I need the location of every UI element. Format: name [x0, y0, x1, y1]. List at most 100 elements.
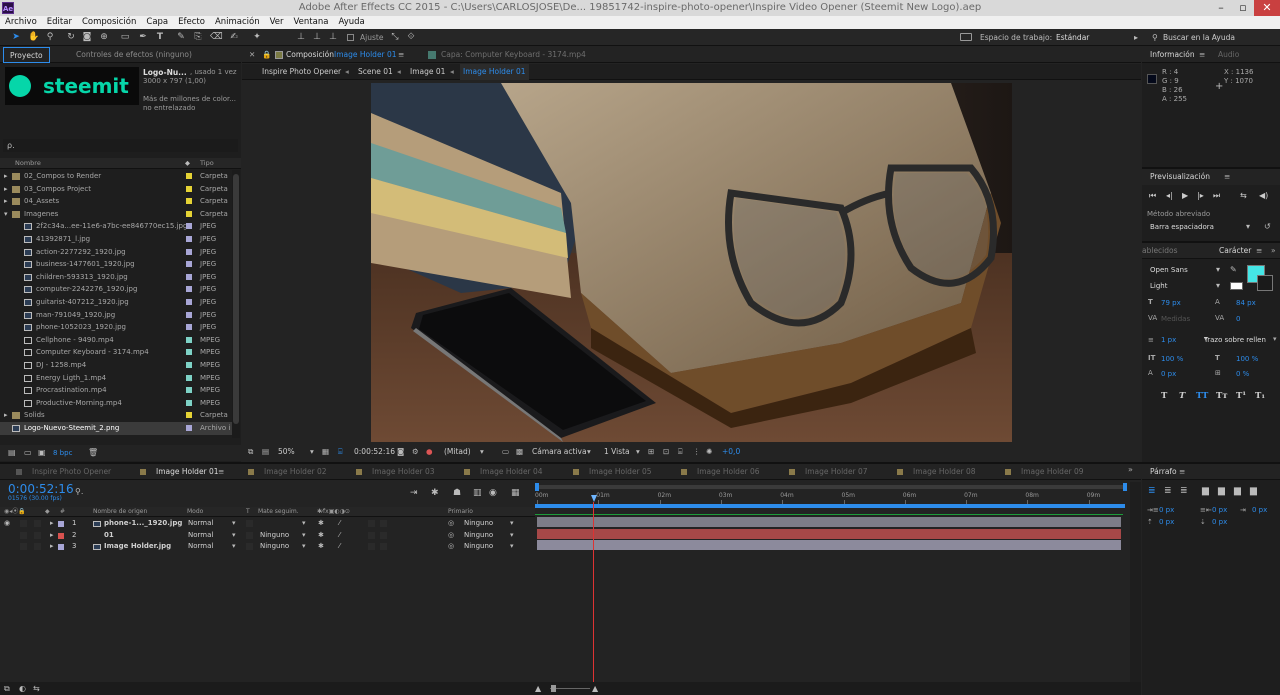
layer-expand-icon[interactable]: ▸	[50, 541, 54, 553]
brush-tool-icon[interactable]: ✎	[176, 32, 186, 42]
label-color-swatch[interactable]	[186, 210, 192, 217]
help-search-input[interactable]: Buscar en la Ayuda	[1163, 29, 1235, 46]
puppet-tool-icon[interactable]: ✦	[252, 32, 262, 42]
project-item[interactable]: business-1477601_1920.jpg JPEG	[0, 258, 232, 271]
motion-blur-switch[interactable]	[380, 543, 387, 550]
mode-chevron-icon[interactable]: ▾	[232, 518, 236, 530]
mode-chevron-icon[interactable]: ▾	[232, 541, 236, 553]
project-item[interactable]: action-2277292_1920.jpg JPEG	[0, 246, 232, 259]
views-chevron-icon[interactable]: ▾	[636, 444, 640, 460]
space-after-value[interactable]: 0 px	[1212, 518, 1227, 526]
project-scrollbar[interactable]	[232, 170, 240, 438]
menu-ver[interactable]: Ver	[265, 16, 289, 29]
label-color-swatch[interactable]	[186, 299, 192, 305]
expand-arrow-icon[interactable]: ▸	[4, 183, 8, 196]
tab-composition[interactable]: Composición	[286, 47, 334, 63]
collapse-switch-icon[interactable]: ✱	[318, 530, 324, 542]
indent-first-value[interactable]: 0 px	[1252, 506, 1267, 514]
layer-expand-icon[interactable]: ▸	[50, 518, 54, 530]
preserve-transparency-switch[interactable]	[246, 531, 253, 539]
layer-mode[interactable]: Normal	[188, 518, 213, 530]
fx-switch[interactable]	[368, 543, 375, 550]
lock-switch[interactable]	[34, 543, 41, 550]
font-chevron-icon[interactable]: ▾	[1216, 265, 1220, 274]
snap-checkbox[interactable]	[347, 34, 354, 41]
grid-icon[interactable]: ▦	[322, 444, 329, 460]
collapse-switch-icon[interactable]: ✱	[318, 541, 324, 553]
col-track-matte[interactable]: Mate seguim.	[258, 507, 299, 517]
timeline-tab[interactable]: Inspire Photo Opener	[32, 464, 111, 480]
project-item[interactable]: children-593313_1920.jpg JPEG	[0, 271, 232, 284]
first-frame-icon[interactable]: ⏮	[1149, 189, 1156, 203]
tab-menu-icon[interactable]: ≡	[1199, 47, 1205, 63]
menu-ayuda[interactable]: Ayuda	[333, 16, 369, 29]
label-color-swatch[interactable]	[186, 399, 192, 406]
layer-row[interactable]: ▸ 2 01 Normal ▾ Ninguno ▾ ✱ ⁄ ◎ Ninguno ▾	[0, 530, 535, 542]
views-dropdown[interactable]: 1 Vista	[604, 444, 630, 460]
zoom-out-icon[interactable]: ▲	[535, 682, 541, 695]
workspace-dropdown-icon[interactable]: ▸	[1134, 29, 1138, 46]
collapse-switch-icon[interactable]: ✱	[318, 518, 324, 530]
mask-icon[interactable]: ⌸	[338, 444, 343, 460]
tab-menu-icon[interactable]: ≡	[1256, 243, 1262, 259]
label-col-icon[interactable]: ◆	[185, 158, 190, 169]
project-item[interactable]: Computer Keyboard - 3174.mp4 MPEG	[0, 346, 232, 359]
axis-local-icon[interactable]: ⊥	[296, 32, 306, 42]
reset-icon[interactable]: ↺	[1264, 222, 1271, 231]
project-item[interactable]: ▾ Imagenes Carpeta	[0, 208, 232, 221]
label-color-swatch[interactable]	[186, 185, 192, 192]
all-caps-icon[interactable]: TT	[1196, 389, 1208, 403]
quality-switch-icon[interactable]: ⁄	[339, 541, 340, 553]
snap-options-icon[interactable]: ⤡	[390, 32, 400, 42]
timeline-expand-icon[interactable]: »	[1128, 465, 1133, 474]
col-number[interactable]: #	[60, 507, 65, 517]
close-tab-icon[interactable]: ✕	[249, 47, 255, 63]
layer-label-swatch[interactable]	[58, 532, 64, 539]
layer-mode[interactable]: Normal	[188, 541, 213, 553]
col-source-name[interactable]: Nombre de origen	[93, 507, 147, 517]
col-type[interactable]: Tipo	[200, 158, 214, 169]
parent-chevron-icon[interactable]: ▾	[510, 518, 514, 530]
project-item[interactable]: guitarist-407212_1920.jpg JPEG	[0, 296, 232, 309]
project-item[interactable]: Cellphone - 9490.mp4 MPEG	[0, 334, 232, 347]
channel-icon[interactable]: ●	[426, 444, 433, 460]
timeline-tab[interactable]: Image Holder 02	[264, 464, 327, 480]
layer-switches-toggle-icon[interactable]: ⧉	[4, 682, 10, 695]
frame-blending-icon[interactable]: ▥	[473, 486, 482, 500]
timeline-icon[interactable]: ⌸	[678, 444, 683, 460]
layer-name[interactable]: phone-1..._1920.jpg	[104, 518, 182, 530]
interpret-footage-icon[interactable]: ▤	[8, 445, 16, 461]
roi-icon[interactable]: ▭	[502, 444, 509, 460]
justify-all-icon[interactable]: ▆	[1250, 485, 1257, 497]
baseline-value[interactable]: 0 px	[1161, 370, 1176, 378]
align-center-icon[interactable]: ≣	[1164, 485, 1172, 497]
layer-name[interactable]: Image Holder.jpg	[104, 541, 171, 553]
label-color-swatch[interactable]	[186, 425, 192, 431]
shortcut-chevron-icon[interactable]: ▾	[1246, 222, 1250, 231]
region-icon[interactable]: ▤	[262, 444, 269, 460]
expand-arrow-icon[interactable]: ▸	[4, 170, 8, 183]
project-item[interactable]: phone-1052023_1920.jpg JPEG	[0, 321, 232, 334]
pan-behind-tool-icon[interactable]: ⊕	[99, 32, 109, 42]
mute-icon[interactable]: ◀)	[1259, 189, 1268, 203]
label-color-swatch[interactable]	[186, 261, 192, 268]
small-caps-icon[interactable]: Tт	[1216, 389, 1228, 403]
label-color-swatch[interactable]	[186, 412, 192, 419]
justify-left-icon[interactable]: ▆	[1202, 485, 1209, 497]
tab-menu-icon[interactable]: ≡	[218, 464, 224, 480]
selection-tool-icon[interactable]: ➤	[11, 32, 21, 42]
label-color-swatch[interactable]	[186, 387, 192, 394]
label-column-icon[interactable]: ◆	[45, 507, 50, 517]
exposure-reset-icon[interactable]: ✺	[706, 444, 712, 460]
timeline-tab[interactable]: Image Holder 04	[480, 464, 543, 480]
vertical-scale-value[interactable]: 100 %	[1161, 355, 1183, 363]
layer-parent[interactable]: Ninguno	[464, 530, 493, 542]
tab-menu-icon[interactable]: ≡	[398, 47, 404, 63]
zoom-dropdown[interactable]: 50%	[278, 444, 295, 460]
clone-tool-icon[interactable]: ⎘	[193, 32, 203, 42]
expand-icon[interactable]: »	[1271, 243, 1276, 259]
layer-parent[interactable]: Ninguno	[464, 518, 493, 530]
menu-ventana[interactable]: Ventana	[289, 16, 334, 29]
col-mode[interactable]: Modo	[187, 507, 203, 517]
last-frame-icon[interactable]: ⏭	[1213, 189, 1220, 203]
